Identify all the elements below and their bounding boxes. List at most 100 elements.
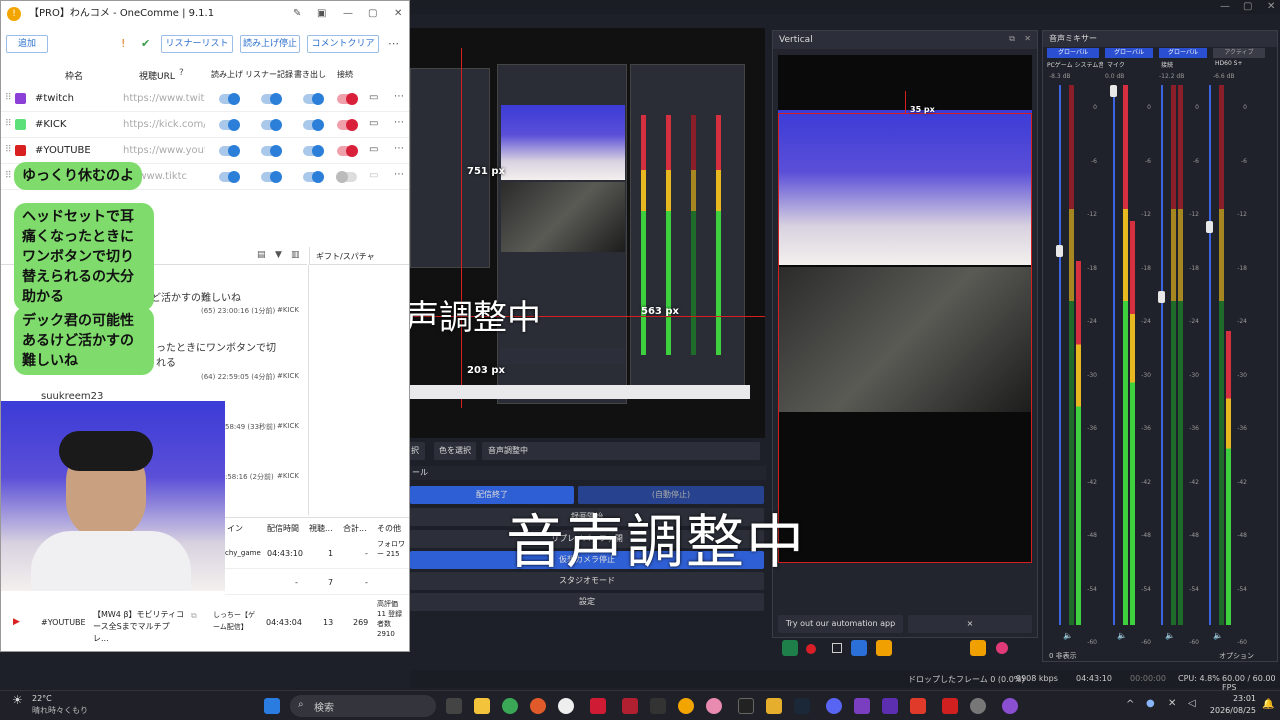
close-icon[interactable]: ✕ — [394, 1, 402, 27]
row-more-icon[interactable]: ⋯ — [394, 117, 404, 128]
write-toggle[interactable] — [303, 145, 324, 157]
vertical-folder-icon[interactable] — [876, 640, 892, 656]
app-icon-7[interactable] — [854, 698, 870, 714]
automation-promo[interactable]: Try out our automation app — [778, 615, 903, 633]
mixer-options-button[interactable]: オプション — [1219, 651, 1254, 661]
clock-time[interactable]: 23:01 — [1216, 694, 1256, 703]
weather-temp[interactable]: 22°C — [32, 694, 52, 703]
vertical-settings-icon[interactable] — [970, 640, 986, 656]
vertical-stream-icon[interactable] — [782, 640, 798, 656]
row-url[interactable]: https://www.twit — [123, 93, 205, 104]
steam-icon[interactable] — [794, 698, 810, 714]
more-icon[interactable]: ⋯ — [388, 37, 399, 50]
pip-icon[interactable]: ▣ — [317, 1, 326, 27]
start-icon[interactable] — [264, 698, 280, 714]
comment-icon[interactable]: ▭ — [369, 170, 378, 181]
app-icon-10[interactable] — [942, 698, 958, 714]
vertical-replay-icon[interactable] — [851, 640, 867, 656]
read-toggle[interactable] — [219, 93, 240, 105]
channel-name-2[interactable]: マイク — [1107, 60, 1153, 69]
file-explorer-icon[interactable] — [474, 698, 490, 714]
row-name[interactable]: #KICK — [35, 119, 66, 130]
fader-track-3[interactable] — [1161, 85, 1163, 625]
pin-icon[interactable]: ✎ — [293, 1, 301, 27]
columns-icon[interactable]: ▥ — [291, 250, 300, 260]
chrome-icon[interactable] — [502, 698, 518, 714]
connect-toggle[interactable] — [337, 145, 358, 157]
listener-list-button[interactable]: リスナーリスト — [161, 35, 233, 53]
mute-icon-3[interactable]: 🔈 — [1165, 631, 1175, 640]
write-toggle[interactable] — [303, 119, 324, 131]
row-more-icon[interactable]: ⋯ — [394, 91, 404, 102]
app-icon-8[interactable] — [882, 698, 898, 714]
vertical-virtualcam-icon[interactable] — [832, 643, 842, 653]
row-more-icon[interactable]: ⋯ — [394, 169, 404, 180]
connection-row[interactable]: ⠿ #YOUTUBE https://www.yout ▭ ⋯ — [1, 138, 409, 164]
dock-close-icon[interactable]: ✕ — [1024, 34, 1031, 43]
heart-icon[interactable] — [996, 642, 1008, 654]
channel-name-1[interactable]: PCゲーム システム音 — [1047, 60, 1103, 69]
fader-knob-4[interactable] — [1206, 221, 1213, 233]
comment-icon[interactable]: ▭ — [369, 92, 378, 103]
read-toggle[interactable] — [219, 119, 240, 131]
connect-toggle[interactable] — [337, 119, 358, 131]
search-box[interactable]: ⌕ 検索 — [290, 695, 436, 717]
channel-name-4[interactable]: HD60 S+ — [1215, 60, 1261, 67]
listener-toggle[interactable] — [261, 119, 282, 131]
scene-audio-adjust[interactable]: 音声調整中 — [482, 442, 760, 460]
app-icon-11[interactable] — [970, 698, 986, 714]
fader-knob-3[interactable] — [1158, 291, 1165, 303]
warning-icon[interactable]: ! — [121, 37, 125, 50]
vertical-record-icon[interactable] — [806, 644, 816, 654]
channel-name-3[interactable]: 接続 — [1161, 60, 1207, 69]
color-select-button[interactable]: 色を選択 — [434, 442, 476, 460]
clear-comments-button[interactable]: コメントクリア — [307, 35, 379, 53]
check-icon[interactable]: ✔ — [141, 37, 150, 50]
connection-row[interactable]: ⠿ #KICK https://kick.com/ ▭ ⋯ — [1, 112, 409, 138]
row-name[interactable]: #twitch — [35, 93, 74, 104]
fader-knob-1[interactable] — [1056, 245, 1063, 257]
app-icon-4[interactable] — [650, 698, 666, 714]
fader-track-1[interactable] — [1059, 85, 1061, 625]
row-name[interactable]: #YOUTUBE — [35, 145, 91, 156]
drag-handle-icon[interactable]: ⠿ — [5, 119, 12, 129]
app-icon-3[interactable] — [622, 698, 638, 714]
fader-track-2[interactable] — [1113, 85, 1115, 625]
clock-date[interactable]: 2026/08/25 — [1206, 706, 1256, 715]
minimize-icon[interactable]: — — [343, 1, 353, 27]
help-icon[interactable]: ? — [179, 68, 184, 78]
connection-row[interactable]: ⠿ #twitch https://www.twit ▭ ⋯ — [1, 86, 409, 112]
close-icon[interactable]: ✕ — [1267, 1, 1275, 12]
notification-icon[interactable]: 🔔 — [1262, 699, 1274, 710]
fader-track-4[interactable] — [1209, 85, 1211, 625]
read-toggle[interactable] — [219, 145, 240, 157]
copy-icon[interactable]: ⧉ — [191, 611, 197, 621]
maximize-icon[interactable]: ▢ — [1243, 1, 1252, 12]
mute-icon-4[interactable]: 🔈 — [1213, 631, 1223, 640]
stream-title[interactable]: 【MW4 β】モビリティコース全Sまでマルチプレ... — [93, 609, 185, 645]
onecomme-icon[interactable] — [678, 698, 694, 714]
hidden-count[interactable]: 0 非表示 — [1049, 651, 1077, 661]
archive-icon[interactable]: ▤ — [257, 250, 266, 260]
app-icon-12[interactable] — [1002, 698, 1018, 714]
float-icon[interactable]: ⧉ — [1009, 34, 1015, 44]
mic-icon[interactable]: ● — [1146, 698, 1155, 709]
read-toggle[interactable] — [219, 171, 240, 183]
mute-icon-2[interactable]: 🔈 — [1117, 631, 1127, 640]
app-icon-5[interactable] — [706, 698, 722, 714]
volume-icon[interactable]: ◁ — [1188, 698, 1196, 709]
weather-text[interactable]: 晴れ時々くもり — [32, 705, 88, 716]
listener-toggle[interactable] — [261, 145, 282, 157]
write-toggle[interactable] — [303, 171, 324, 183]
table-row-youtube[interactable]: ▶ #YOUTUBE 【MW4 β】モビリティコース全Sまでマルチプレ... ⧉… — [1, 597, 409, 647]
obs-icon[interactable] — [558, 698, 574, 714]
row-url[interactable]: https://www.yout — [123, 145, 205, 156]
add-button[interactable]: 追加 — [6, 35, 48, 53]
app-icon-2[interactable] — [590, 698, 606, 714]
weather-icon[interactable]: ☀ — [12, 693, 23, 707]
tray-chevron-icon[interactable]: ^ — [1126, 699, 1134, 710]
listener-toggle[interactable] — [261, 171, 282, 183]
fader-knob-2[interactable] — [1110, 85, 1117, 97]
drag-handle-icon[interactable]: ⠿ — [5, 145, 12, 155]
filter-icon[interactable]: ▼ — [275, 250, 282, 260]
